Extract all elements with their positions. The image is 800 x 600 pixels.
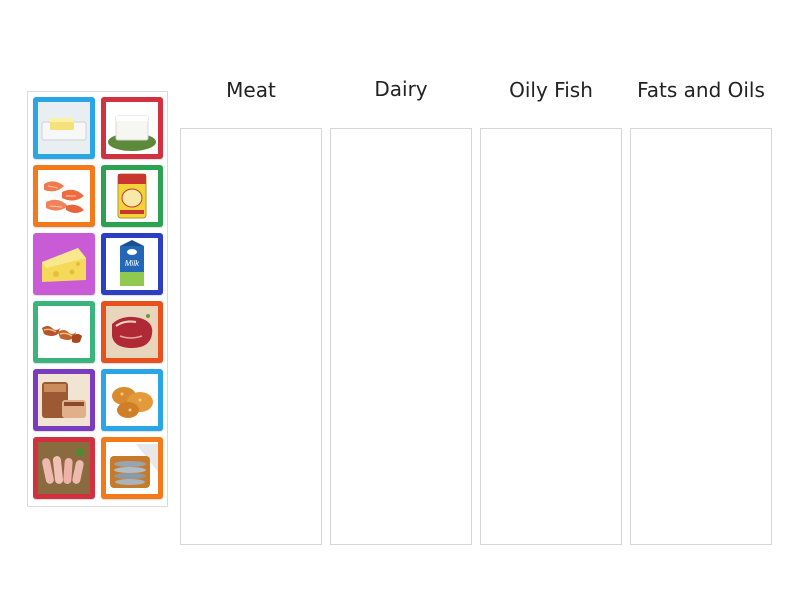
steak-image (106, 306, 158, 358)
category-heading-oily-fish: Oily Fish (509, 78, 593, 102)
salmon-fillets-image (38, 170, 90, 222)
milk-label-text: Milk (125, 259, 140, 268)
card-ghee-tin[interactable] (101, 165, 163, 227)
drop-zone-dairy[interactable] (330, 128, 472, 545)
cheese-wedge-image (38, 238, 90, 290)
card-bacon[interactable] (33, 301, 95, 363)
drop-zone-fats-and-oils[interactable] (630, 128, 772, 545)
card-sausages[interactable] (33, 437, 95, 499)
card-sardines[interactable] (101, 437, 163, 499)
category-heading-fats-and-oils: Fats and Oils (637, 78, 765, 102)
sardines-image (106, 442, 158, 494)
drop-zone-oily-fish[interactable] (480, 128, 622, 545)
card-roast-pork[interactable] (33, 369, 95, 431)
bacon-image (38, 306, 90, 358)
card-milk-carton[interactable]: Milk (101, 233, 163, 295)
card-tray: Milk (27, 91, 168, 507)
sort-activity: Milk Meat Dairy Oily Fish Fats and Oils (0, 0, 800, 600)
card-cheese-wedge[interactable] (33, 233, 95, 295)
feta-cheese-image (106, 102, 158, 154)
drop-zone-meat[interactable] (180, 128, 322, 545)
sausages-image (38, 442, 90, 494)
category-heading-meat: Meat (226, 78, 276, 102)
card-steak[interactable] (101, 301, 163, 363)
card-fried-chicken[interactable] (101, 369, 163, 431)
card-butter[interactable] (33, 97, 95, 159)
fried-chicken-image (106, 374, 158, 426)
ghee-tin-image (106, 170, 158, 222)
milk-carton-image: Milk (106, 238, 158, 290)
card-salmon-fillets[interactable] (33, 165, 95, 227)
roast-pork-image (38, 374, 90, 426)
card-feta-cheese[interactable] (101, 97, 163, 159)
category-heading-dairy: Dairy (374, 77, 428, 101)
butter-image (38, 102, 90, 154)
